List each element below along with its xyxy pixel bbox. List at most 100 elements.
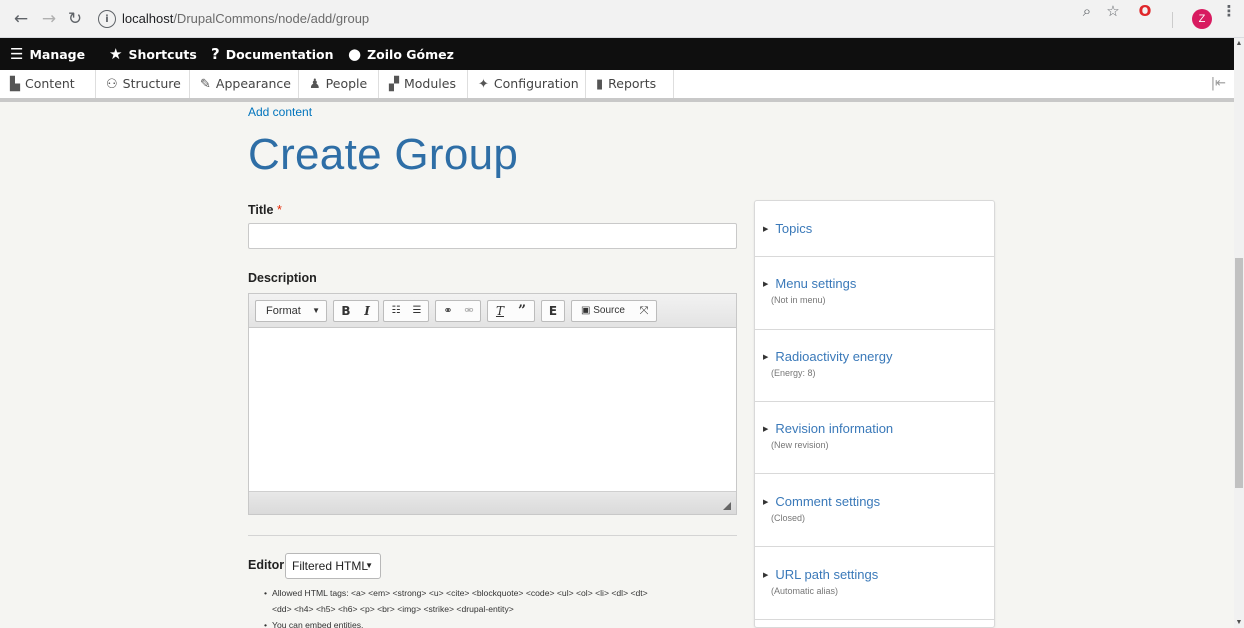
page-scrollbar[interactable]: ▲ ▼ [1234, 38, 1244, 628]
embed-group: E [541, 300, 565, 322]
sidebar-section-topics[interactable]: ▶ Topics [755, 201, 994, 257]
star-icon: ★ [109, 45, 123, 63]
toolbar-shortcuts-label: Shortcuts [128, 47, 197, 62]
profile-avatar[interactable]: Z [1192, 9, 1212, 29]
sidebar-section-label: Comment settings [775, 494, 881, 509]
info-icon[interactable]: i [98, 10, 116, 28]
admin-toolbar: ☰ Manage ★ Shortcuts ? Documentation ● Zoilo… [0, 38, 1244, 70]
tray-item-label: Configuration [493, 76, 579, 91]
required-marker: * [276, 203, 282, 217]
collapse-tray-icon[interactable]: |⇤ [1211, 76, 1226, 91]
sidebar-section-title[interactable]: ▶ Revision information [763, 421, 893, 436]
tray-item-label: Reports [608, 76, 657, 91]
forward-arrow-icon[interactable]: → [38, 8, 60, 30]
tray-item-appearance[interactable]: ✎ Appearance [190, 70, 299, 98]
sidebar-section-label: Radioactivity energy [775, 349, 893, 364]
sidebar-section-title[interactable]: ▶ URL path settings [763, 567, 878, 582]
numbered-list-icon[interactable]: ☰ [407, 301, 427, 321]
text-format-select[interactable]: Filtered HTML ▼ [285, 553, 381, 579]
reload-icon[interactable]: ↻ [64, 8, 86, 30]
page-title: Create Group [248, 130, 519, 179]
text-format-label: Editor [248, 558, 285, 572]
tray-item-label: People [325, 76, 368, 91]
tip-allowed-tags: Allowed HTML tags: <a> <em> <strong> <u>… [264, 585, 754, 617]
structure-icon: ⚇ [106, 77, 118, 92]
opera-extension-icon[interactable]: O [1134, 0, 1156, 22]
sidebar-section-radioactivity[interactable]: ▶ Radioactivity energy (Energy: 8) [755, 330, 994, 402]
link-group: ⚭ ⚮ [435, 300, 481, 322]
tray-item-configuration[interactable]: ✦ Configuration [468, 70, 586, 98]
expand-triangle-icon: ▶ [763, 498, 769, 506]
zoom-icon[interactable]: ⌕ [1076, 0, 1098, 22]
tray-item-content[interactable]: ▙ Content [0, 70, 96, 98]
bold-icon[interactable]: B [336, 301, 356, 321]
sidebar-section-label: URL path settings [775, 567, 879, 582]
embed-entity-icon[interactable]: E [543, 301, 563, 321]
resize-handle-icon[interactable] [723, 502, 731, 510]
title-input[interactable] [248, 223, 737, 249]
title-label: Title * [248, 203, 282, 217]
expand-triangle-icon: ▶ [763, 225, 769, 233]
node-settings-sidebar: ▶ Topics ▶ Menu settings (Not in menu) ▶ Ra… [754, 200, 995, 628]
browser-menu-icon[interactable]: ⋮ [1218, 0, 1240, 22]
sidebar-section-title[interactable]: ▶ Comment settings [763, 494, 880, 509]
bulleted-list-icon[interactable]: ☷ [386, 301, 406, 321]
sidebar-section-url-path[interactable]: ▶ URL path settings (Automatic alias) [755, 547, 994, 620]
format-dropdown-label: Format [266, 305, 301, 317]
toolbar-shortcuts[interactable]: ★ Shortcuts [109, 38, 197, 70]
tray-item-label: Structure [122, 76, 181, 91]
toolbar-documentation[interactable]: ? Documentation [211, 38, 334, 70]
remove-format-icon[interactable]: T [490, 301, 510, 321]
source-icon: ▣ [581, 305, 591, 316]
maximize-icon[interactable]: ⤧ [634, 301, 654, 321]
sidebar-section-title[interactable]: ▶ Menu settings [763, 276, 856, 291]
format-dropdown[interactable]: Format ▼ [255, 300, 327, 322]
toolbar-manage[interactable]: ☰ Manage [10, 38, 85, 70]
link-icon[interactable]: ⚭ [438, 301, 458, 321]
help-icon: ? [211, 45, 220, 63]
tray-item-structure[interactable]: ⚇ Structure [96, 70, 190, 98]
blockquote-icon[interactable]: ” [512, 301, 532, 321]
sidebar-section-comment-settings[interactable]: ▶ Comment settings (Closed) [755, 474, 994, 547]
editor-footer [249, 491, 736, 514]
tray-item-label: Modules [404, 76, 456, 91]
sidebar-section-title[interactable]: ▶ Radioactivity energy [763, 349, 892, 364]
modules-icon: ▞ [389, 77, 399, 92]
expand-triangle-icon: ▶ [763, 425, 769, 433]
format-group: T ” [487, 300, 535, 322]
url-text[interactable]: localhost/DrupalCommons/node/add/group [122, 11, 369, 26]
breadcrumb-add-content[interactable]: Add content [248, 105, 312, 119]
source-group: ▣ Source ⤧ [571, 300, 657, 322]
sidebar-section-summary: (Closed) [771, 513, 806, 523]
expand-triangle-icon: ▶ [763, 280, 769, 288]
sidebar-section-revision[interactable]: ▶ Revision information (New revision) [755, 402, 994, 474]
sidebar-section-menu-settings[interactable]: ▶ Menu settings (Not in menu) [755, 257, 994, 330]
editor-body[interactable] [249, 328, 736, 491]
bookmark-star-icon[interactable]: ☆ [1102, 0, 1124, 22]
sidebar-section-summary: (Energy: 8) [771, 368, 816, 378]
scroll-down-arrow-icon[interactable]: ▼ [1234, 619, 1244, 626]
scroll-thumb[interactable] [1235, 258, 1243, 488]
description-label: Description [248, 271, 317, 285]
title-label-text: Title [248, 203, 274, 217]
sidebar-section-label: Revision information [775, 421, 894, 436]
people-icon: ♟ [309, 77, 321, 92]
tray-item-reports[interactable]: ▮ Reports [586, 70, 674, 98]
tray-item-modules[interactable]: ▞ Modules [379, 70, 468, 98]
back-arrow-icon[interactable]: ← [10, 8, 32, 30]
form-divider [248, 535, 737, 536]
source-button-label: Source [593, 305, 625, 316]
unlink-icon[interactable]: ⚮ [459, 301, 479, 321]
source-button[interactable]: ▣ Source [574, 301, 632, 321]
expand-triangle-icon: ▶ [763, 571, 769, 579]
tray-item-people[interactable]: ♟ People [299, 70, 379, 98]
scroll-up-arrow-icon[interactable]: ▲ [1234, 40, 1244, 47]
content-icon: ▙ [10, 77, 20, 92]
sidebar-section-summary: (Automatic alias) [771, 586, 839, 596]
address-bar[interactable]: i localhost/DrupalCommons/node/add/group [98, 6, 1104, 32]
toolbar-user[interactable]: ● Zoilo Gómez [348, 38, 454, 70]
italic-icon[interactable]: I [357, 301, 377, 321]
sidebar-section-title[interactable]: ▶ Topics [763, 221, 812, 236]
list-group: ☷ ☰ [383, 300, 429, 322]
caret-down-icon: ▼ [365, 561, 373, 570]
